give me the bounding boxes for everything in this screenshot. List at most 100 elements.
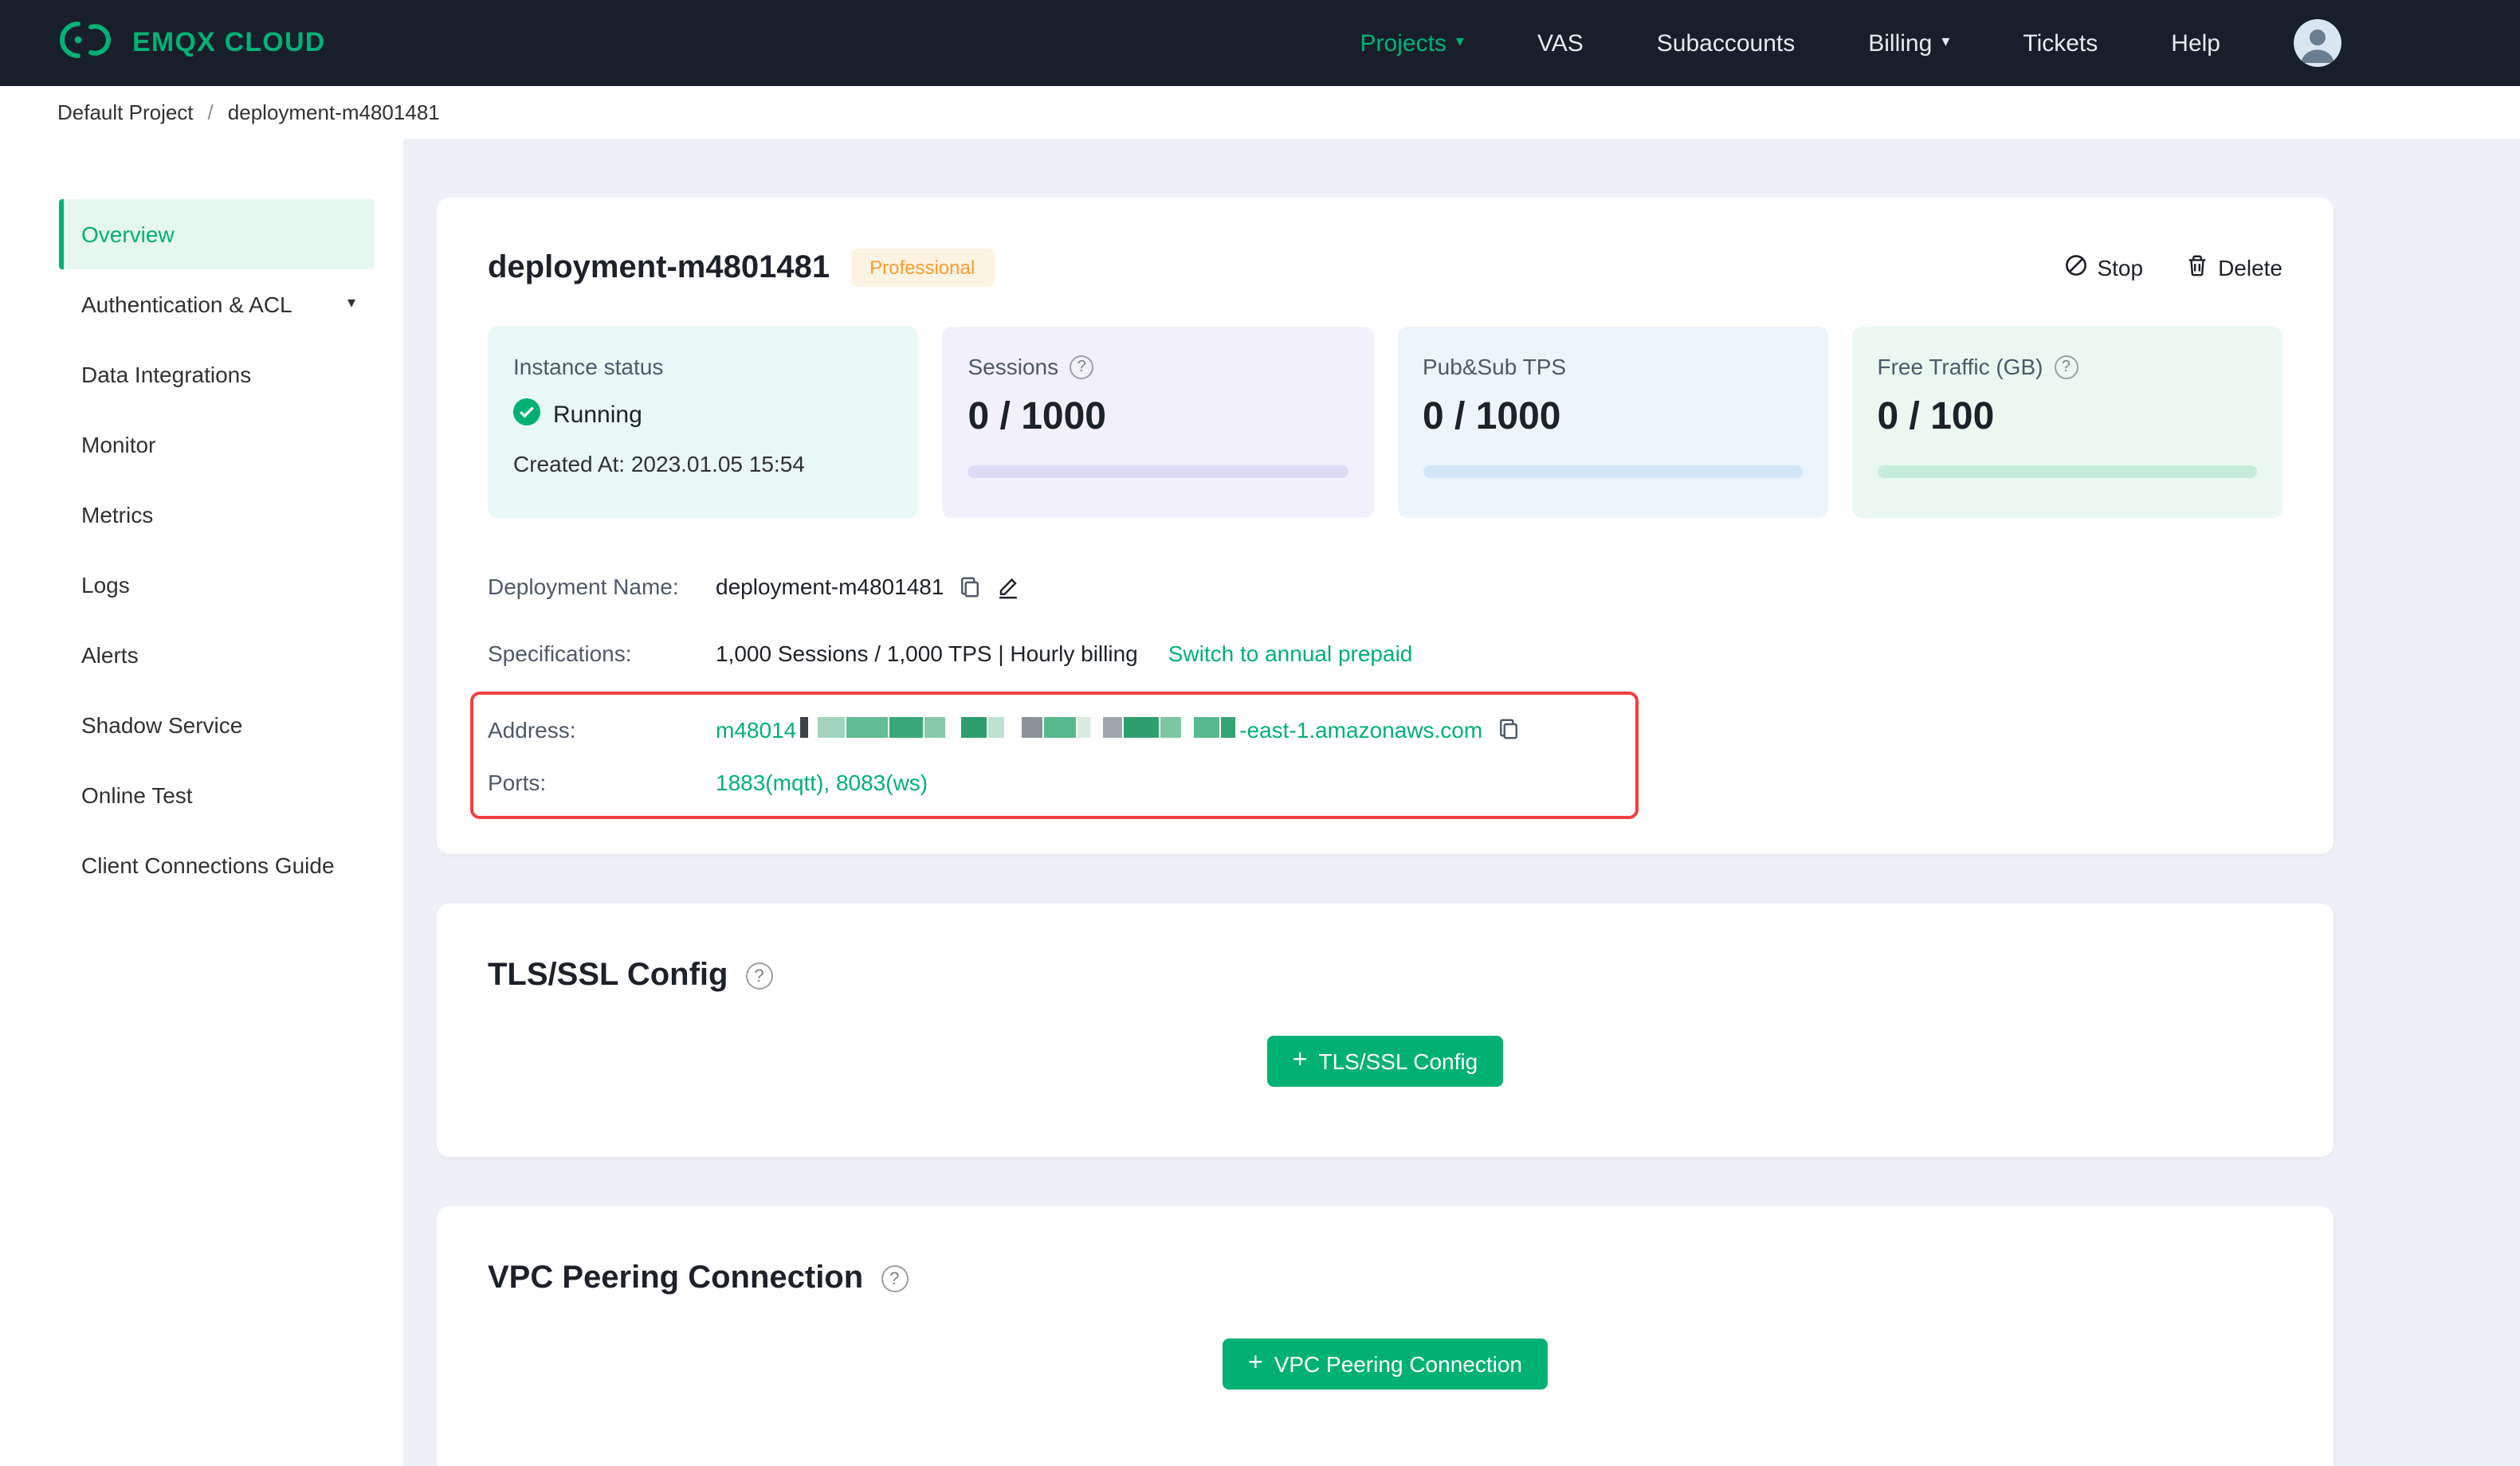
pubsub-tps-value: 0 / 1000 <box>1423 395 1561 438</box>
sidebar-item-monitor[interactable]: Monitor <box>59 410 375 480</box>
plan-badge: Professional <box>850 249 995 287</box>
breadcrumb-project[interactable]: Default Project <box>57 100 194 124</box>
instance-status-label: Instance status <box>513 354 664 379</box>
deployment-title: deployment-m4801481 <box>488 249 830 284</box>
chevron-down-icon: ▾ <box>1941 33 1950 51</box>
breadcrumb: Default Project / deployment-m4801481 <box>0 86 2520 139</box>
chevron-down-icon: ▾ <box>347 295 355 312</box>
sidebar: Overview Authentication & ACL ▾ Data Int… <box>0 139 403 1466</box>
help-icon[interactable]: ? <box>745 962 773 990</box>
sidebar-item-logs[interactable]: Logs <box>59 550 375 620</box>
nav-projects-label: Projects <box>1360 29 1446 57</box>
sidebar-item-label: Overview <box>81 221 175 247</box>
sidebar-item-data-integrations[interactable]: Data Integrations <box>59 339 375 410</box>
brand[interactable]: EMQX CLOUD <box>57 18 325 68</box>
deployment-name-label: Deployment Name: <box>488 574 679 599</box>
specifications-row: Specifications: 1,000 Sessions / 1,000 T… <box>488 620 2283 687</box>
sidebar-item-client-connections-guide[interactable]: Client Connections Guide <box>59 830 375 900</box>
copy-icon[interactable] <box>958 574 982 598</box>
deployment-actions: Stop Delete <box>2063 253 2283 282</box>
sidebar-item-overview[interactable]: Overview <box>59 199 375 269</box>
address-label: Address: <box>488 716 576 742</box>
copy-icon[interactable] <box>1497 717 1521 741</box>
add-tls-ssl-config-button[interactable]: + TLS/SSL Config <box>1266 1036 1504 1087</box>
sidebar-item-label: Authentication & ACL <box>81 292 292 317</box>
sidebar-item-alerts[interactable]: Alerts <box>59 620 375 690</box>
top-nav-links: Projects ▾ VAS Subaccounts Billing ▾ Tic… <box>1360 19 2341 67</box>
top-navbar: EMQX CLOUD Projects ▾ VAS Subaccounts Bi… <box>0 0 2520 86</box>
deployment-overview-card: deployment-m4801481 Professional Stop De… <box>437 198 2334 854</box>
vpc-peering-card: VPC Peering Connection ? + VPC Peering C… <box>437 1206 2334 1466</box>
delete-button[interactable]: Delete <box>2184 253 2283 282</box>
sidebar-item-label: Alerts <box>81 642 139 668</box>
sidebar-item-label: Shadow Service <box>81 712 243 738</box>
check-circle-icon <box>513 398 540 432</box>
sidebar-item-label: Monitor <box>81 432 156 457</box>
emqx-logo-icon <box>57 18 115 68</box>
stop-button-label: Stop <box>2097 255 2144 280</box>
address-row: Address: m48014 -east-1.amazonaws.com <box>488 703 1635 755</box>
breadcrumb-separator: / <box>207 100 214 124</box>
nav-projects[interactable]: Projects ▾ <box>1360 29 1464 57</box>
deployment-name-value: deployment-m4801481 <box>716 574 944 599</box>
sessions-card: Sessions ? 0 / 1000 <box>942 327 1373 518</box>
add-vpc-peering-label: VPC Peering Connection <box>1274 1351 1522 1377</box>
address-suffix: -east-1.amazonaws.com <box>1239 716 1483 742</box>
pubsub-tps-card: Pub&Sub TPS 0 / 1000 <box>1397 327 1828 518</box>
sessions-label: Sessions <box>968 354 1059 379</box>
sidebar-item-label: Metrics <box>81 502 154 527</box>
pubsub-tps-label: Pub&Sub TPS <box>1423 354 1567 379</box>
specifications-label: Specifications: <box>488 641 632 666</box>
main-content: deployment-m4801481 Professional Stop De… <box>403 139 2520 1466</box>
instance-status-card: Instance status Running Created At: 2023… <box>488 327 919 518</box>
nav-billing-label: Billing <box>1868 29 1933 57</box>
address-prefix: m48014 <box>716 716 797 742</box>
help-icon[interactable]: ? <box>881 1265 909 1292</box>
pubsub-tps-progress-bar <box>1423 465 1803 478</box>
free-traffic-value: 0 / 100 <box>1877 395 1995 438</box>
sidebar-item-label: Data Integrations <box>81 362 252 387</box>
logo-text: EMQX CLOUD <box>132 27 326 57</box>
switch-annual-prepaid-link[interactable]: Switch to annual prepaid <box>1168 641 1413 666</box>
help-icon[interactable]: ? <box>1070 355 1094 378</box>
nav-tickets-label: Tickets <box>2023 29 2098 57</box>
stop-button[interactable]: Stop <box>2063 253 2143 282</box>
delete-button-label: Delete <box>2218 255 2283 280</box>
stop-icon <box>2063 253 2087 282</box>
nav-vas[interactable]: VAS <box>1537 29 1584 57</box>
sidebar-item-label: Logs <box>81 572 130 598</box>
page: EMQX CLOUD Projects ▾ VAS Subaccounts Bi… <box>0 0 2520 1466</box>
avatar[interactable] <box>2294 19 2341 67</box>
tls-ssl-title: TLS/SSL Config <box>488 958 728 993</box>
sessions-progress-bar <box>968 465 1348 478</box>
sidebar-item-metrics[interactable]: Metrics <box>59 480 375 550</box>
address-value: m48014 -east-1.amazonaws.com <box>716 716 1482 742</box>
sidebar-item-shadow-service[interactable]: Shadow Service <box>59 690 375 760</box>
address-redaction <box>799 716 1236 737</box>
running-status-text: Running <box>553 402 642 429</box>
address-highlight-box: Address: m48014 -east-1.amazonaws.com Po… <box>470 692 1639 819</box>
free-traffic-label: Free Traffic (GB) <box>1877 354 2043 379</box>
help-icon[interactable]: ? <box>2054 355 2078 378</box>
sidebar-item-label: Client Connections Guide <box>81 853 335 878</box>
deployment-name-row: Deployment Name: deployment-m4801481 <box>488 553 2283 620</box>
plus-icon: + <box>1248 1350 1263 1377</box>
nav-subaccounts[interactable]: Subaccounts <box>1657 29 1795 57</box>
chevron-down-icon: ▾ <box>1455 33 1464 51</box>
sidebar-item-authentication-acl[interactable]: Authentication & ACL ▾ <box>59 269 375 339</box>
nav-help[interactable]: Help <box>2171 29 2220 57</box>
sessions-value: 0 / 1000 <box>968 395 1107 438</box>
plus-icon: + <box>1292 1047 1308 1074</box>
add-vpc-peering-button[interactable]: + VPC Peering Connection <box>1223 1339 1548 1390</box>
nav-tickets[interactable]: Tickets <box>2023 29 2098 57</box>
sidebar-item-online-test[interactable]: Online Test <box>59 760 375 830</box>
stats-row: Instance status Running Created At: 2023… <box>488 327 2283 518</box>
free-traffic-card: Free Traffic (GB) ? 0 / 100 <box>1851 327 2283 518</box>
deployment-header: deployment-m4801481 Professional Stop De… <box>488 249 2283 287</box>
edit-icon[interactable] <box>996 574 1020 598</box>
tls-ssl-card: TLS/SSL Config ? + TLS/SSL Config <box>437 904 2334 1157</box>
deployment-fields: Deployment Name: deployment-m4801481 Spe… <box>470 553 2283 819</box>
nav-subaccounts-label: Subaccounts <box>1656 29 1796 57</box>
nav-billing[interactable]: Billing ▾ <box>1868 29 1949 57</box>
ports-value: 1883(mqtt), 8083(ws) <box>716 769 928 794</box>
